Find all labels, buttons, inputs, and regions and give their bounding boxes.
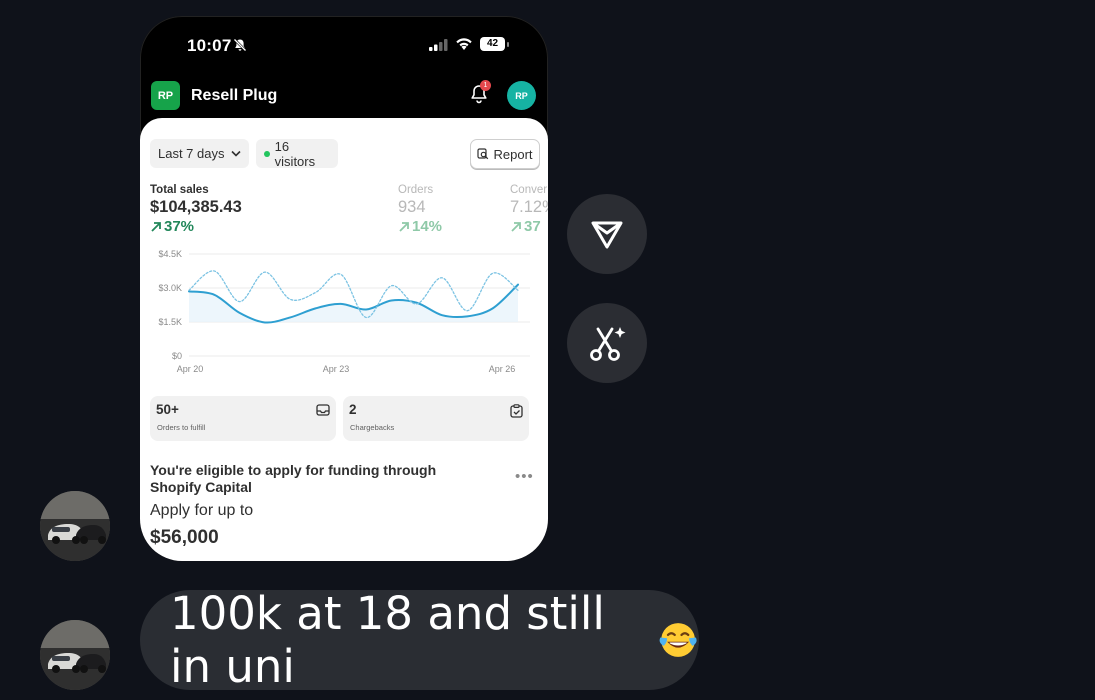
x-tick-label: Apr 26	[489, 364, 516, 374]
notifications-button[interactable]: 1	[469, 80, 491, 107]
live-visitors-chip[interactable]: 16 visitors	[256, 138, 338, 169]
status-time: 10:07	[187, 36, 232, 55]
arrow-up-right-icon	[399, 221, 409, 232]
inbox-icon	[316, 404, 330, 416]
send-icon	[591, 221, 623, 249]
metric-value: 7.12%	[510, 198, 548, 216]
car-photo-avatar	[40, 491, 110, 561]
message-bubble[interactable]: 100k at 18 and still in uni	[140, 587, 699, 693]
live-dot-icon	[264, 150, 270, 157]
metric-conversion[interactable]: Conver 7.12% 37	[510, 184, 548, 235]
card-label: Chargebacks	[350, 423, 395, 432]
capital-promo-title: You're eligible to apply for funding thr…	[150, 462, 437, 495]
metric-total-sales[interactable]: Total sales $104,385.43 37%	[150, 184, 242, 235]
status-bar: 10:07 42	[140, 16, 548, 74]
arrow-up-right-icon	[151, 221, 161, 232]
visitors-label: 16 visitors	[274, 138, 316, 169]
arrow-up-right-icon	[511, 221, 521, 232]
store-logo[interactable]: RP	[151, 81, 180, 110]
metric-value: 934	[398, 198, 426, 216]
signal-icon	[429, 39, 448, 51]
sender-avatar[interactable]	[40, 620, 110, 690]
card-number: 2	[349, 402, 357, 417]
metric-change: 37%	[150, 218, 242, 235]
car-photo-avatar	[40, 620, 110, 690]
scissors-sparkle-icon	[590, 327, 626, 361]
screenshot-image[interactable]: 10:07 42 RP Resell Plug 1 RP Last 7 days…	[140, 16, 548, 561]
report-label: Report	[493, 146, 533, 162]
forward-button[interactable]	[567, 194, 647, 274]
y-tick-label: $1.5K	[158, 317, 182, 327]
metric-label: Total sales	[150, 184, 209, 196]
store-name[interactable]: Resell Plug	[191, 87, 277, 105]
capital-promo-amount: $56,000	[150, 527, 219, 548]
capital-promo-subtitle: Apply for up to	[150, 502, 254, 519]
chargebacks-card[interactable]: 2 Chargebacks	[343, 396, 529, 441]
date-range-select[interactable]: Last 7 days	[150, 139, 249, 168]
card-label: Orders to fulfill	[157, 423, 206, 432]
app-header: RP Resell Plug 1 RP	[140, 80, 548, 120]
face-with-tears-of-joy-icon	[659, 623, 697, 657]
sales-line-chart: $4.5K $3.0K $1.5K $0 Apr 20 Apr 23 Apr 26	[158, 249, 530, 374]
user-avatar[interactable]: RP	[507, 81, 536, 110]
y-tick-label: $3.0K	[158, 283, 182, 293]
battery-tip	[507, 42, 509, 47]
orders-to-fulfill-card[interactable]: 50+ Orders to fulfill	[150, 396, 336, 441]
dashboard-sheet: Last 7 days 16 visitors Report Total sal…	[140, 118, 548, 561]
notification-badge: 1	[480, 80, 491, 91]
y-tick-label: $0	[172, 351, 182, 361]
bell-muted-icon	[233, 38, 247, 52]
battery-indicator: 42	[480, 37, 505, 51]
message-text: 100k at 18 and still in uni	[170, 587, 605, 693]
card-number: 50+	[156, 402, 179, 417]
date-range-label: Last 7 days	[158, 146, 225, 161]
metric-label: Orders	[398, 184, 434, 196]
metric-orders[interactable]: Orders 934 14%	[398, 184, 442, 235]
chevron-down-icon	[230, 150, 241, 157]
sender-avatar[interactable]	[40, 491, 110, 561]
metric-change-value: 37	[524, 218, 541, 235]
y-tick-label: $4.5K	[158, 249, 182, 259]
report-search-icon	[477, 148, 489, 160]
metric-change-value: 14%	[412, 218, 443, 235]
x-tick-label: Apr 23	[323, 364, 350, 374]
metric-value: $104,385.43	[150, 198, 242, 216]
more-options-icon[interactable]: •••	[515, 468, 534, 485]
metric-label: Conver	[510, 184, 548, 196]
metric-change: 14%	[398, 218, 442, 235]
metric-change: 37	[510, 218, 548, 235]
clipboard-check-icon	[510, 404, 523, 418]
x-tick-label: Apr 20	[177, 364, 204, 374]
cutout-button[interactable]	[567, 303, 647, 383]
report-button[interactable]: Report	[470, 139, 540, 169]
wifi-icon	[456, 38, 472, 50]
metric-change-value: 37%	[164, 218, 195, 235]
